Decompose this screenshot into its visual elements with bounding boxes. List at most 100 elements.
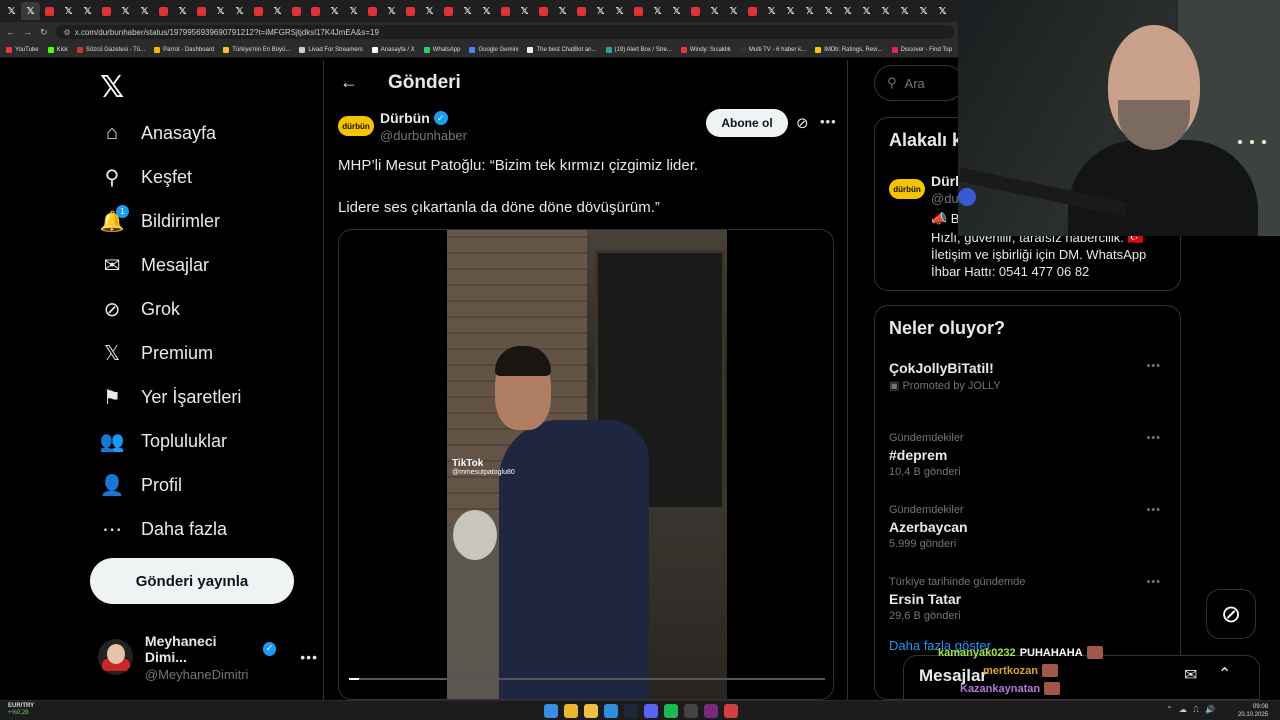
browser-tab[interactable]: 𝕏 [211,2,230,20]
browser-tab[interactable]: 𝕏 [382,2,401,20]
browser-tab[interactable]: 𝕏 [230,2,249,20]
browser-tab[interactable] [363,2,382,20]
video-player[interactable]: TikTok @mmesutpatoglu80 [447,230,727,699]
browser-tab[interactable]: 𝕏 [268,2,287,20]
file-explorer-icon[interactable] [584,704,598,718]
back-nav-icon[interactable]: ← [6,27,15,37]
more-horizontal-icon[interactable]: ••• [1146,576,1161,588]
browser-tab[interactable] [154,2,173,20]
related-handle[interactable]: @du [931,191,959,206]
browser-tab[interactable]: 𝕏 [420,2,439,20]
browser-tab[interactable]: 𝕏 [116,2,135,20]
browser-tab[interactable] [743,2,762,20]
browser-tab[interactable]: 𝕏 [781,2,800,20]
author-handle[interactable]: @durbunhaber [380,128,467,143]
trend-item[interactable]: Türkiye tarihinde gündemde Ersin Tatar 29,… [889,576,1169,636]
nav-item-topluluklar[interactable]: 👥 Topluluklar [100,421,320,461]
trend-item[interactable]: Gündemdekiler #deprem 10,4 B gönderi ••• [889,432,1169,492]
bookmark-item[interactable]: (19) Alert Box / Stre... [605,46,672,53]
account-switcher[interactable]: Meyhaneci Dimi... ✓ @MeyhaneDimitri ••• [98,632,318,682]
subscribe-button[interactable]: Abone ol [706,109,788,137]
reload-icon[interactable]: ↻ [40,27,48,38]
browser-tab[interactable]: 𝕏 [762,2,781,20]
nav-item-yer-i-şaretleri[interactable]: ⚑ Yer İşaretleri [100,377,320,417]
trend-item[interactable]: Gündemdekiler Azerbaycan 5.999 gönderi ••• [889,504,1169,564]
bookmark-item[interactable]: YouTube [6,46,39,53]
more-horizontal-icon[interactable]: ••• [300,649,318,665]
related-avatar[interactable]: dürbün [889,179,925,199]
browser-tab[interactable]: 𝕏 [458,2,477,20]
bookmark-item[interactable]: Türkiye'nin En Büyü... [223,46,290,53]
discord-icon[interactable] [644,704,658,718]
trend-item[interactable]: ÇokJollyBiTatil! ▣ Promoted by JOLLY ••• [889,360,1169,420]
browser-tab[interactable]: 𝕏 [933,2,952,20]
browser-tab[interactable]: 𝕏 [800,2,819,20]
browser-tab[interactable] [534,2,553,20]
nav-item-daha-fazla[interactable]: ⋯ Daha fazla [100,509,320,549]
windows-start-icon[interactable] [544,704,558,718]
browser-tab[interactable] [401,2,420,20]
system-tray[interactable]: ⌃ ☁ ⎍ 🔊 [1166,705,1217,715]
browser-tab[interactable]: 𝕏 [857,2,876,20]
url-field[interactable]: ⚙ x.com/durbunhaber/status/1979956939690… [55,25,954,39]
obs-icon[interactable] [704,704,718,718]
browser-tab[interactable]: 𝕏 [914,2,933,20]
browser-tab[interactable]: 𝕏 [876,2,895,20]
browser-tab[interactable]: 𝕏 [59,2,78,20]
browser-tab[interactable] [496,2,515,20]
bookmark-item[interactable]: WhatsApp [423,46,460,53]
browser-tab[interactable] [192,2,211,20]
browser-tab[interactable]: 𝕏 [648,2,667,20]
chrome-icon[interactable] [564,704,578,718]
browser-tab[interactable]: 𝕏 [78,2,97,20]
browser-tab[interactable]: 𝕏 [2,2,21,20]
browser-tab[interactable] [97,2,116,20]
browser-tab[interactable] [629,2,648,20]
post-button[interactable]: Gönderi yayınla [90,558,294,604]
system-clock[interactable]: 09:08 20.10.2025 [1238,703,1268,719]
back-arrow-icon[interactable]: ← [340,72,358,93]
bookmark-item[interactable]: Multi TV - 6 haber k... [739,46,806,53]
browser-tab[interactable]: 𝕏 [724,2,743,20]
bookmark-item[interactable]: The best ChatBot an... [527,46,597,53]
search-input[interactable]: ⚲ Ara [874,65,964,101]
bookmark-item[interactable]: Google Gemini [469,46,518,53]
more-horizontal-icon[interactable]: ••• [1146,432,1161,444]
browser-tab[interactable]: 𝕏 [135,2,154,20]
spotify-icon[interactable] [664,704,678,718]
more-horizontal-icon[interactable]: ••• [1146,360,1161,372]
nav-item-anasayfa[interactable]: ⌂ Anasayfa [100,113,320,153]
browser-tab[interactable]: 𝕏 [610,2,629,20]
bookmark-item[interactable]: Sözcü Gazetesi - Tü... [76,46,145,53]
browser-tab[interactable] [686,2,705,20]
browser-tab[interactable]: 𝕏 [325,2,344,20]
bookmark-item[interactable]: Windy: Sıcaklık [680,46,731,53]
grok-floating-button[interactable]: ⊘ [1206,589,1256,639]
x-logo-icon[interactable]: 𝕏 [100,70,124,105]
browser-tab[interactable]: 𝕏 [895,2,914,20]
steam-icon[interactable] [624,704,638,718]
bookmark-item[interactable]: Discover - Find Top [891,46,952,53]
browser-tab[interactable]: 𝕏 [591,2,610,20]
nav-item-keşfet[interactable]: ⚲ Keşfet [100,157,320,197]
app-icon[interactable] [684,704,698,718]
browser-tab[interactable]: 𝕏 [344,2,363,20]
browser-tab[interactable]: 𝕏 [667,2,686,20]
chrome-icon[interactable] [724,704,738,718]
browser-tab[interactable] [287,2,306,20]
browser-tab[interactable]: 𝕏 [21,2,40,20]
more-horizontal-icon[interactable]: ••• [820,114,837,129]
bookmark-item[interactable]: Kick [47,46,68,53]
more-horizontal-icon[interactable]: ••• [1146,504,1161,516]
author-avatar[interactable]: dürbün [338,116,374,136]
browser-tab[interactable]: 𝕏 [838,2,857,20]
new-message-icon[interactable]: ✉ [1184,665,1197,685]
nav-item-profil[interactable]: 👤 Profil [100,465,320,505]
nav-item-grok[interactable]: ⊘ Grok [100,289,320,329]
browser-tab[interactable] [40,2,59,20]
browser-tab[interactable] [249,2,268,20]
browser-tab[interactable]: 𝕏 [477,2,496,20]
browser-tab[interactable]: 𝕏 [819,2,838,20]
grok-icon[interactable]: ⊘ [796,114,809,132]
nav-item-premium[interactable]: 𝕏 Premium [100,333,320,373]
